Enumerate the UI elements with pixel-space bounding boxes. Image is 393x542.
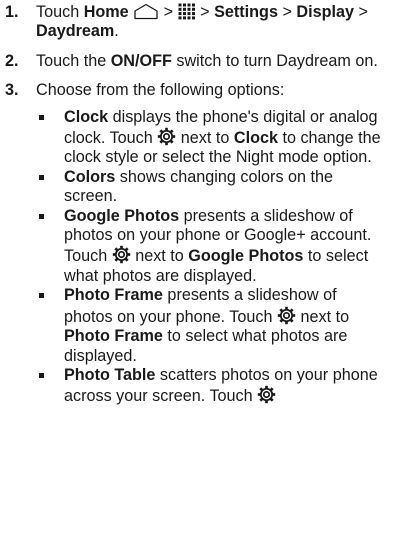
list-item-colors: Colors shows changing colors on the scre…: [36, 168, 389, 207]
option-name: Photo Frame: [64, 286, 163, 305]
bullet: [39, 114, 44, 120]
step-text: Touch Home > > Settings > Display > Dayd…: [36, 3, 368, 40]
step-text: Touch the ON/OFF switch to turn Daydream…: [36, 52, 378, 70]
gear-icon: [157, 127, 176, 146]
period: .: [114, 22, 119, 41]
step-number: 1.: [5, 3, 19, 21]
gear-icon: [112, 245, 131, 264]
instructions-document: 1. Touch Home > > Settings > Display > D…: [0, 0, 393, 407]
bullet: [39, 293, 44, 299]
option-name-ref: Google Photos: [188, 247, 304, 266]
home-label: Home: [83, 3, 129, 21]
option-name: Colors: [64, 167, 116, 186]
separator: >: [195, 3, 215, 21]
option-desc: next to: [130, 247, 189, 266]
settings-label: Settings: [214, 3, 278, 21]
option-desc: next to: [176, 129, 234, 148]
bullet: [39, 372, 44, 378]
gear-icon: [257, 385, 276, 404]
option-name: Photo Table: [64, 365, 156, 384]
separator: >: [159, 3, 178, 21]
list-item-photo-table: Photo Table scatters photos on your phon…: [36, 366, 389, 407]
onoff-label: ON/OFF: [110, 51, 172, 70]
step-1: 1. Touch Home > > Settings > Display > D…: [0, 3, 393, 42]
option-name: Clock: [64, 107, 109, 126]
step-text: Choose from the following options:: [36, 81, 285, 100]
bullet: [39, 174, 44, 180]
bullet: [39, 213, 44, 219]
step-number: 3.: [5, 81, 19, 100]
list-item-clock: Clock displays the phone's digital or an…: [36, 108, 389, 168]
daydream-label: Daydream: [36, 22, 115, 41]
all-apps-grid-icon: [178, 3, 196, 20]
step-number: 2.: [5, 51, 19, 70]
step-text-part: switch to turn Daydream on.: [171, 51, 378, 70]
separator: >: [354, 3, 368, 21]
home-icon: [133, 3, 159, 20]
list-item-google-photos: Google Photos presents a slideshow of ph…: [36, 207, 389, 287]
step-text-part: Touch the: [36, 51, 111, 70]
list-item-photo-frame: Photo Frame presents a slideshow of phot…: [36, 286, 389, 366]
separator: >: [277, 3, 297, 21]
option-name-ref: Photo Frame: [64, 327, 163, 346]
step-text-part: Touch: [36, 3, 84, 21]
display-label: Display: [296, 3, 354, 21]
option-desc: next to: [296, 307, 350, 326]
option-name: Google Photos: [64, 206, 180, 225]
option-name-ref: Clock: [233, 129, 278, 148]
step-2: 2. Touch the ON/OFF switch to turn Daydr…: [0, 52, 393, 71]
gear-icon: [277, 306, 296, 325]
step-3: 3. Choose from the following options: Cl…: [0, 81, 393, 407]
options-list: Clock displays the phone's digital or an…: [36, 108, 389, 407]
